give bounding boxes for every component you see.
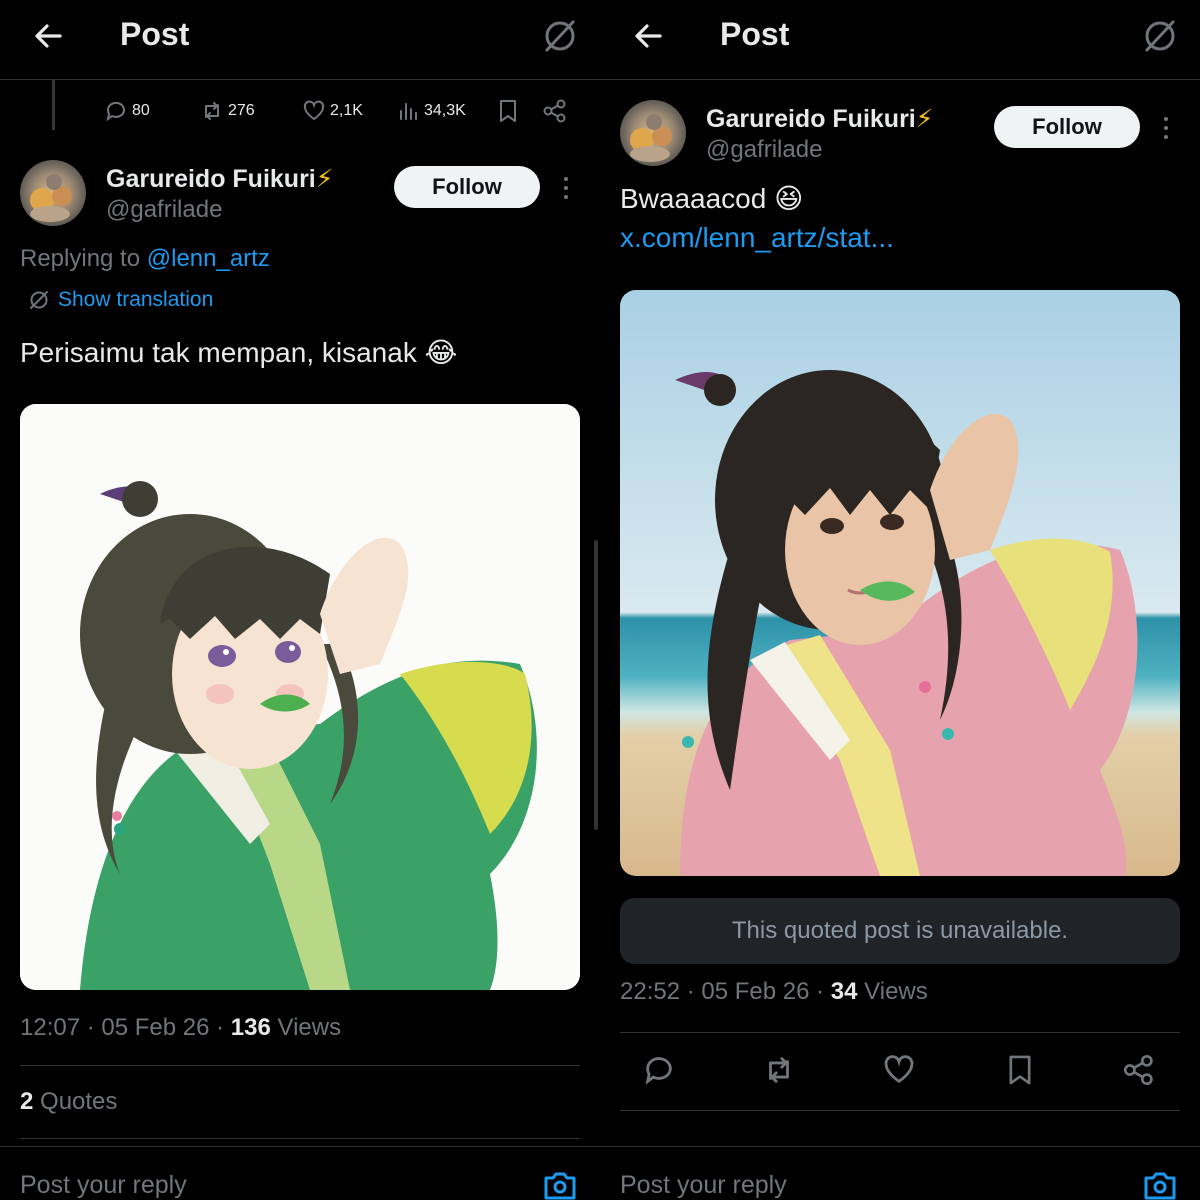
follow-button[interactable]: Follow bbox=[994, 106, 1140, 148]
comment-icon[interactable] bbox=[642, 1053, 676, 1087]
divider bbox=[620, 1032, 1180, 1033]
view-count[interactable]: 34,3K bbox=[396, 96, 466, 126]
timestamp-text: 22:52 · 05 Feb 26 · bbox=[620, 978, 831, 1005]
timestamp-text: 12:07 · 05 Feb 26 · bbox=[20, 1014, 231, 1041]
back-arrow-icon[interactable] bbox=[630, 18, 666, 54]
share-icon[interactable] bbox=[542, 98, 568, 124]
like-count[interactable]: 2,1K bbox=[302, 96, 363, 126]
repost-icon bbox=[205, 102, 219, 120]
top-bar: Post bbox=[0, 0, 600, 80]
quotes-label: Quotes bbox=[33, 1088, 118, 1115]
more-options-icon[interactable] bbox=[1161, 115, 1171, 141]
replying-to: Replying to @lenn_artz bbox=[20, 245, 270, 273]
scrollbar[interactable] bbox=[594, 540, 598, 830]
divider bbox=[620, 1110, 1180, 1111]
view-count-value: 34,3K bbox=[424, 102, 466, 119]
quoted-unavailable-text: This quoted post is unavailable. bbox=[731, 917, 1069, 944]
post-text: Bwaaaacod 😆 bbox=[620, 182, 803, 215]
views-count: 34 bbox=[830, 978, 858, 1005]
repost-count[interactable]: 276 bbox=[200, 96, 255, 126]
like-count-value: 2,1K bbox=[330, 102, 363, 119]
reply-input[interactable]: Post your reply bbox=[620, 1171, 787, 1200]
divider bbox=[20, 1065, 580, 1066]
lightning-badge-icon: ⚡ bbox=[915, 105, 934, 133]
post-timestamp: 12:07 · 05 Feb 26 · 136 Views bbox=[20, 1014, 341, 1042]
follow-button[interactable]: Follow bbox=[394, 166, 540, 208]
translate-globe-icon[interactable] bbox=[1140, 16, 1180, 56]
laughing-tears-emoji: 😂 bbox=[424, 337, 458, 368]
lightning-badge-icon: ⚡ bbox=[315, 165, 334, 193]
translate-icon bbox=[30, 291, 48, 309]
thread-line bbox=[52, 80, 55, 130]
top-bar: Post bbox=[600, 0, 1200, 80]
camera-icon[interactable] bbox=[1142, 1169, 1178, 1200]
show-translation-label: Show translation bbox=[58, 288, 214, 311]
bookmark-icon[interactable] bbox=[496, 98, 520, 124]
comment-icon bbox=[106, 101, 125, 122]
bookmark-icon[interactable] bbox=[1004, 1053, 1036, 1087]
page-title: Post bbox=[720, 16, 790, 52]
heart-icon[interactable] bbox=[882, 1053, 916, 1087]
avatar-image bbox=[620, 100, 686, 166]
heart-icon bbox=[303, 100, 325, 121]
views-label: Views bbox=[857, 978, 928, 1005]
replying-to-link[interactable]: @lenn_artz bbox=[147, 245, 270, 272]
author-handle[interactable]: @gafrilade bbox=[706, 136, 822, 164]
anime-girl-illustration bbox=[20, 404, 580, 990]
author-name[interactable]: Garureido Fuikuri⚡ bbox=[106, 164, 333, 194]
views-label: Views bbox=[270, 1014, 342, 1041]
translate-globe-icon[interactable] bbox=[540, 16, 580, 56]
back-arrow-icon[interactable] bbox=[30, 18, 66, 54]
post-text-content: Perisaimu tak mempan, kisanak bbox=[20, 337, 417, 368]
quotes-link[interactable]: 2 Quotes bbox=[20, 1088, 117, 1116]
reply-bar: Post your reply bbox=[0, 1146, 600, 1200]
post-text-content: Bwaaaacod bbox=[620, 183, 767, 214]
views-count: 136 bbox=[230, 1014, 271, 1041]
post-image[interactable] bbox=[20, 404, 580, 990]
left-post-panel: Post 80 276 2,1K 34,3K Garureido Fuikuri… bbox=[0, 0, 600, 1200]
post-text: Perisaimu tak mempan, kisanak 😂 bbox=[20, 336, 457, 369]
show-translation[interactable]: Show translation bbox=[28, 288, 213, 312]
quoted-post-unavailable: This quoted post is unavailable. bbox=[620, 898, 1180, 964]
reply-input[interactable]: Post your reply bbox=[20, 1171, 187, 1200]
reply-count-value: 80 bbox=[132, 102, 150, 119]
more-options-icon[interactable] bbox=[561, 175, 571, 201]
repost-count-value: 276 bbox=[228, 102, 255, 119]
reply-bar: Post your reply bbox=[600, 1146, 1200, 1200]
page-title: Post bbox=[120, 16, 190, 52]
share-icon[interactable] bbox=[1122, 1053, 1156, 1087]
post-timestamp: 22:52 · 05 Feb 26 · 34 Views bbox=[620, 978, 928, 1006]
avatar[interactable] bbox=[20, 160, 86, 226]
replying-prefix: Replying to bbox=[20, 245, 147, 272]
repost-icon[interactable] bbox=[762, 1053, 796, 1087]
author-handle[interactable]: @gafrilade bbox=[106, 196, 222, 224]
beach-portrait-photo bbox=[620, 290, 1180, 876]
author-name[interactable]: Garureido Fuikuri⚡ bbox=[706, 104, 933, 134]
avatar[interactable] bbox=[620, 100, 686, 166]
grinning-squint-emoji: 😆 bbox=[774, 183, 804, 214]
avatar-image bbox=[20, 160, 86, 226]
quotes-count: 2 bbox=[20, 1088, 34, 1115]
post-image[interactable] bbox=[620, 290, 1180, 876]
right-post-panel: Post Garureido Fuikuri⚡ @gafrilade Follo… bbox=[600, 0, 1200, 1200]
camera-icon[interactable] bbox=[542, 1169, 578, 1200]
analytics-icon bbox=[400, 103, 417, 120]
divider bbox=[20, 1138, 580, 1139]
reply-count[interactable]: 80 bbox=[104, 96, 150, 126]
post-link[interactable]: x.com/lenn_artz/stat... bbox=[620, 222, 894, 254]
